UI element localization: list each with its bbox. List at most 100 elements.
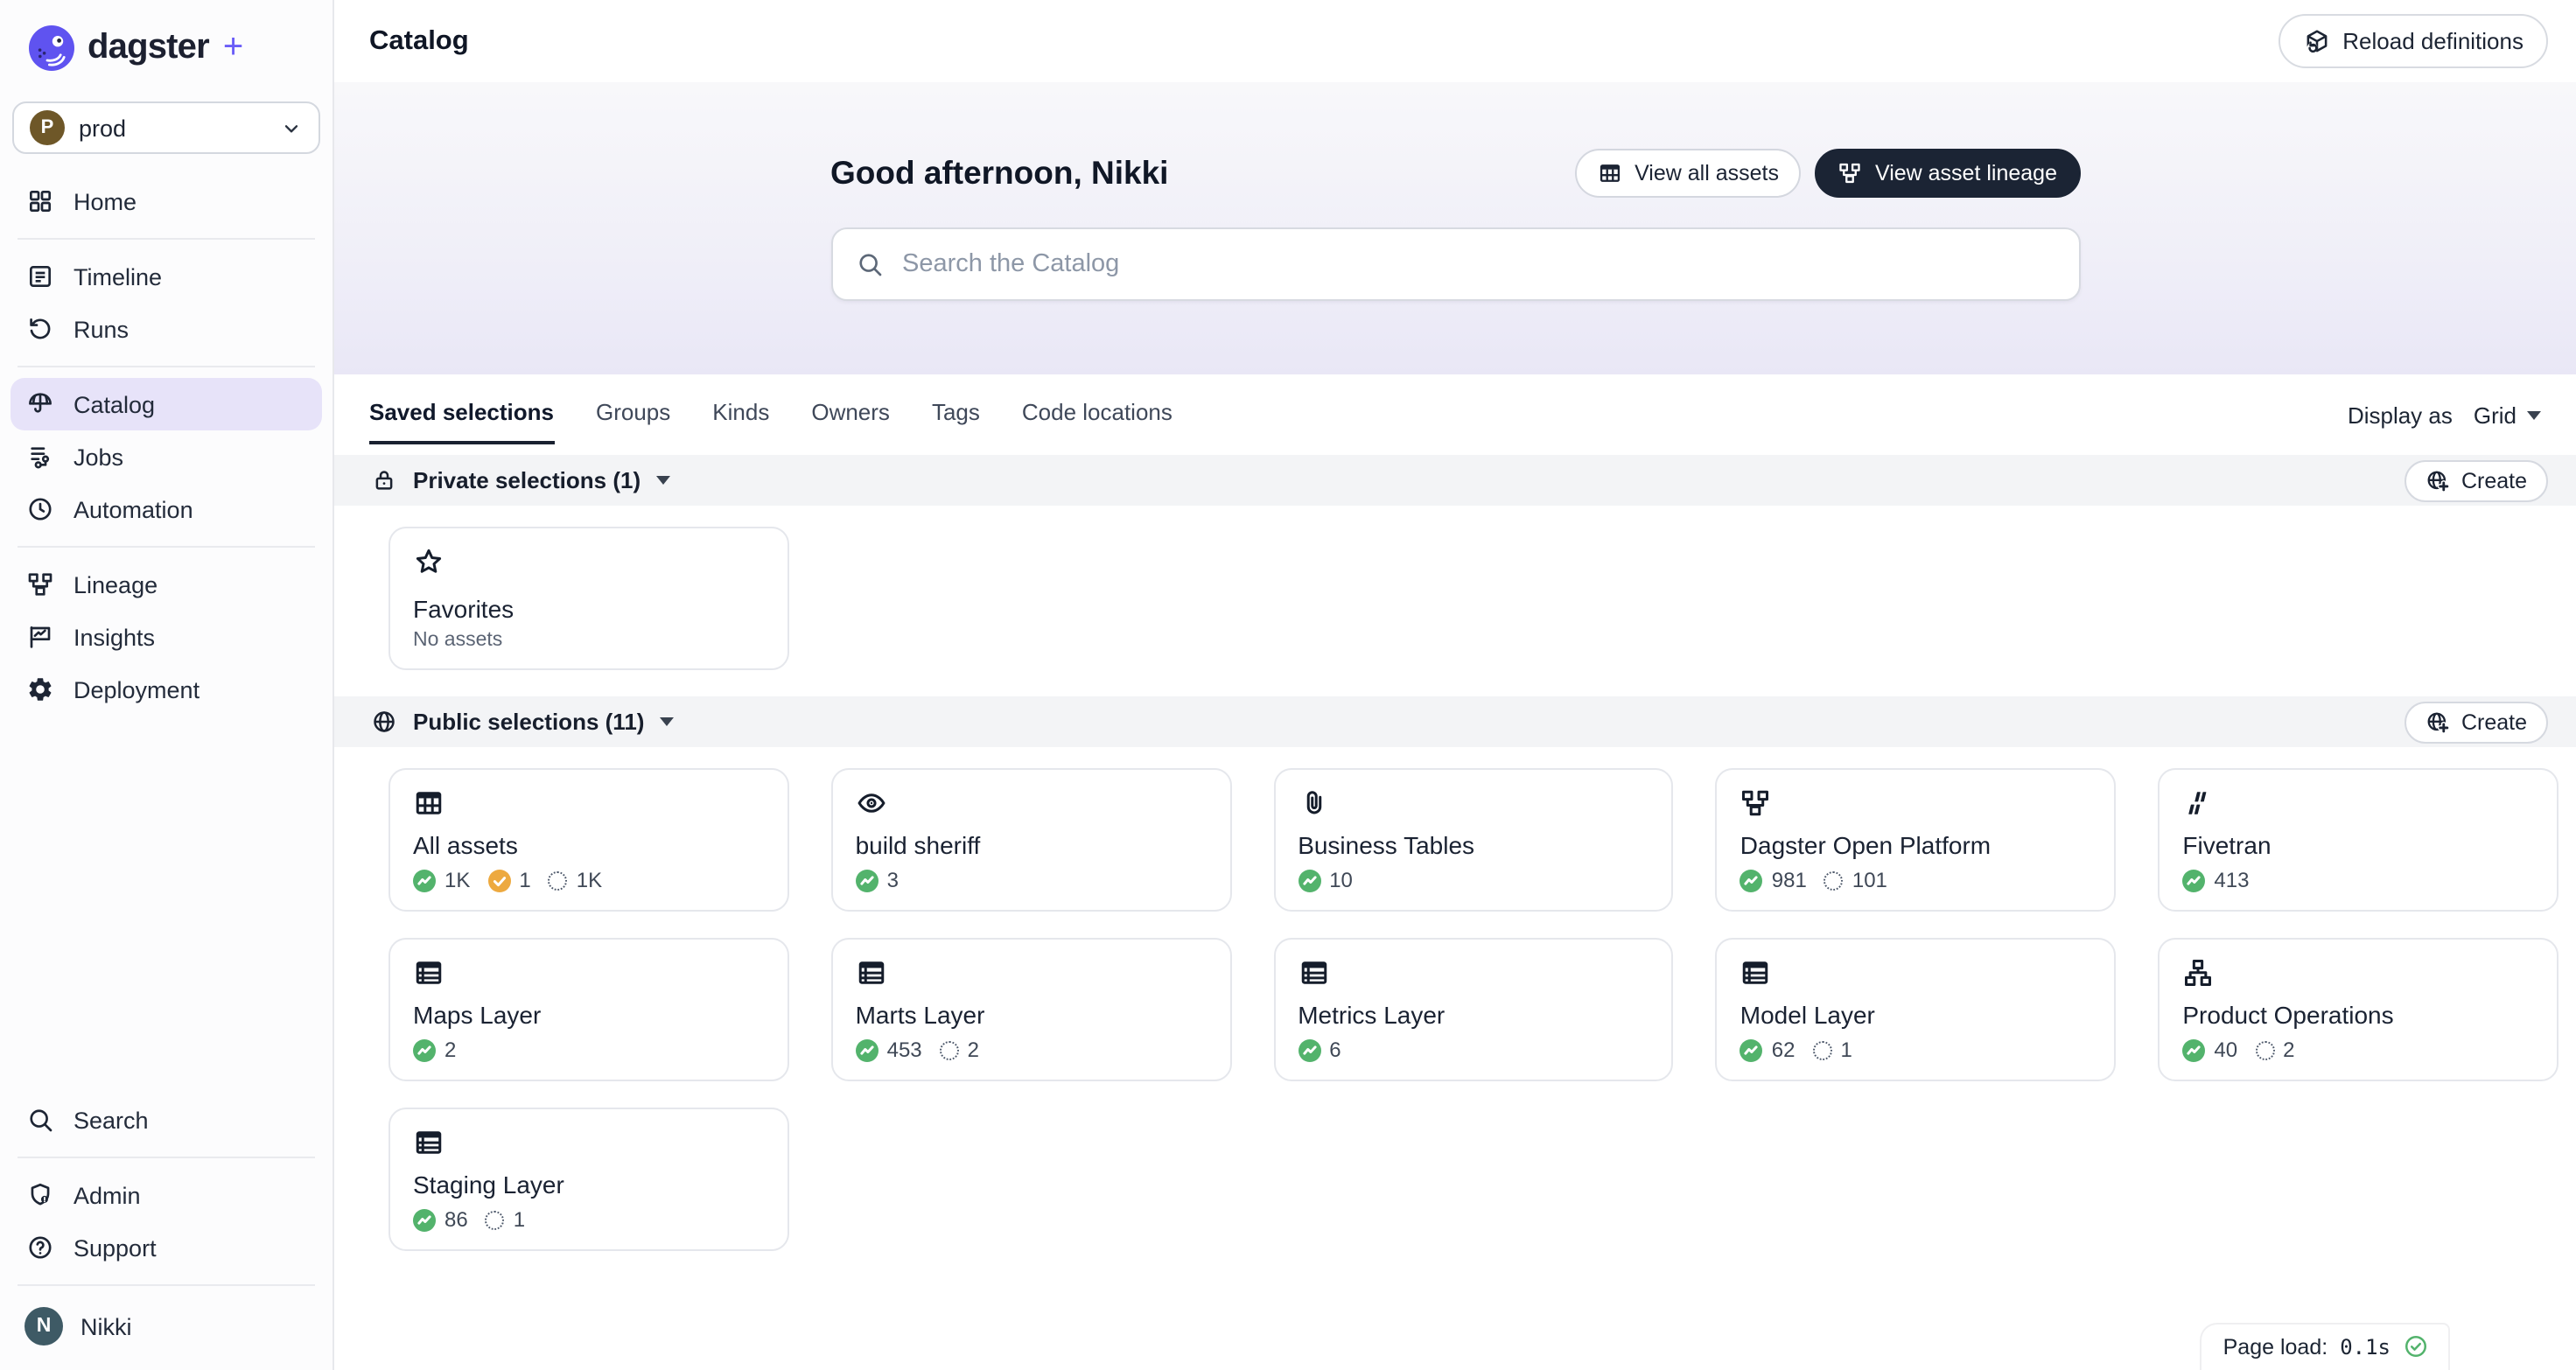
table-rows-icon (413, 1127, 444, 1158)
selection-card-fivetran[interactable]: Fivetran 413 (2158, 768, 2558, 912)
selection-card-product-operations[interactable]: Product Operations 402 (2158, 938, 2558, 1081)
divider (18, 1157, 315, 1158)
sidebar-item-label: Insights (74, 624, 155, 650)
selection-card-staging-layer[interactable]: Staging Layer 861 (388, 1108, 789, 1251)
card-title: All assets (413, 831, 765, 859)
never-materialized-status-icon (1824, 870, 1844, 890)
table-grid-icon (1598, 161, 1622, 185)
brand-logo[interactable]: dagster + (0, 0, 332, 72)
grid-icon (26, 187, 54, 215)
sidebar-item-search[interactable]: Search (10, 1094, 322, 1146)
asset-status-counts: 402 (2182, 1038, 2534, 1062)
display-mode-value: Grid (2474, 402, 2516, 429)
create-public-selection-button[interactable]: Create (2405, 701, 2548, 743)
sidebar-item-admin[interactable]: Admin (10, 1169, 322, 1221)
sidebar-footer-nav: Search Admin Support N Nikki (0, 1094, 332, 1370)
sidebar-nav: Home Timeline Runs Catalog Jobs (0, 154, 332, 716)
materialized-status-icon (1298, 869, 1320, 891)
public-selections-title: Public selections (11) (413, 709, 644, 735)
deployment-name: prod (79, 115, 266, 141)
sidebar-item-label: Search (74, 1107, 149, 1133)
tab-saved-selections[interactable]: Saved selections (369, 399, 554, 444)
divider (18, 238, 315, 240)
sidebar-item-home[interactable]: Home (10, 175, 322, 227)
page-header: Catalog Reload definitions (334, 0, 2576, 82)
asset-count-materialized: 2 (413, 1038, 456, 1062)
asset-count-materialized: 6 (1298, 1038, 1340, 1062)
catalog-search-input[interactable] (899, 248, 2055, 280)
tab-tags[interactable]: Tags (932, 399, 980, 444)
sidebar-item-label: Admin (74, 1182, 141, 1208)
selection-card-metrics-layer[interactable]: Metrics Layer 6 (1273, 938, 1674, 1081)
sidebar-item-label: Deployment (74, 676, 200, 702)
lineage-graph-icon (26, 570, 54, 598)
asset-status-counts: 6 (1298, 1038, 1649, 1062)
view-asset-lineage-button[interactable]: View asset lineage (1816, 149, 2080, 198)
selection-card-maps-layer[interactable]: Maps Layer 2 (388, 938, 789, 1081)
asset-count-materialized: 981 (1740, 868, 1807, 892)
card-title: Fivetran (2182, 831, 2534, 859)
materialized-status-icon (2182, 869, 2205, 891)
sidebar-item-automation[interactable]: Automation (10, 483, 322, 535)
brand-plus-badge: + (223, 28, 243, 68)
divider (18, 366, 315, 367)
sidebar-item-lineage[interactable]: Lineage (10, 558, 322, 611)
tab-kinds[interactable]: Kinds (712, 399, 769, 444)
table-rows-icon (413, 957, 444, 989)
check-circle-icon (2403, 1333, 2429, 1360)
asset-count-materialized: 453 (856, 1038, 922, 1062)
display-mode-dropdown[interactable]: Grid (2474, 402, 2541, 429)
runs-loop-icon (26, 315, 54, 343)
sidebar-item-jobs[interactable]: Jobs (10, 430, 322, 483)
sidebar-item-support[interactable]: Support (10, 1221, 322, 1274)
public-selections-grid: All assets 1K11K build sheriff 3 Busines… (334, 747, 2576, 1251)
selection-card-business-tables[interactable]: Business Tables 10 (1273, 768, 1674, 912)
catalog-dome-icon (26, 390, 54, 418)
sidebar-item-deployment[interactable]: Deployment (10, 663, 322, 716)
tab-owners[interactable]: Owners (811, 399, 890, 444)
never-materialized-status-icon (2255, 1040, 2274, 1059)
never-materialized-status-icon (486, 1210, 505, 1229)
hero-actions: View all assets View asset lineage (1575, 149, 2080, 198)
tab-groups[interactable]: Groups (596, 399, 670, 444)
globe-plus-icon (2426, 709, 2451, 734)
sidebar-item-timeline[interactable]: Timeline (10, 250, 322, 303)
sidebar-item-label: Automation (74, 496, 193, 522)
reload-definitions-button[interactable]: Reload definitions (2278, 14, 2548, 68)
selection-card-favorites[interactable]: Favorites No assets (388, 527, 789, 670)
sidebar-item-catalog[interactable]: Catalog (10, 378, 322, 430)
create-private-selection-button[interactable]: Create (2405, 459, 2548, 501)
selection-card-marts-layer[interactable]: Marts Layer 4532 (831, 938, 1232, 1081)
selection-card-model-layer[interactable]: Model Layer 621 (1716, 938, 2117, 1081)
selection-card-dagster-open-platform[interactable]: Dagster Open Platform 981101 (1716, 768, 2117, 912)
fivetran-icon (2182, 787, 2214, 819)
selection-card-build-sheriff[interactable]: build sheriff 3 (831, 768, 1232, 912)
card-title: Maps Layer (413, 1001, 765, 1029)
user-avatar: N (24, 1307, 63, 1346)
private-selections-toggle[interactable]: Private selections (1) (371, 467, 670, 493)
materialized-status-icon (856, 869, 878, 891)
lineage-graph-icon (1838, 161, 1863, 185)
table-rows-icon (1740, 957, 1772, 989)
asset-count-materialized: 3 (856, 868, 899, 892)
materialized-status-icon (1740, 869, 1763, 891)
card-title: Product Operations (2182, 1001, 2534, 1029)
brand-wordmark: dagster (88, 28, 209, 68)
view-all-assets-button[interactable]: View all assets (1575, 149, 1802, 198)
public-selections-toggle[interactable]: Public selections (11) (371, 709, 674, 735)
deployment-switcher[interactable]: P prod (12, 101, 320, 154)
divider (18, 1284, 315, 1286)
sidebar-item-insights[interactable]: Insights (10, 611, 322, 663)
main-content: Catalog Reload definitions Good afternoo… (334, 0, 2576, 1370)
never-materialized-status-icon (549, 870, 568, 890)
sidebar-item-label: Lineage (74, 571, 158, 598)
materialized-status-icon (856, 1038, 878, 1061)
selection-card-all-assets[interactable]: All assets 1K11K (388, 768, 789, 912)
cube-reload-icon (2302, 27, 2330, 55)
user-menu[interactable]: N Nikki (10, 1297, 322, 1356)
sidebar-item-label: Support (74, 1234, 157, 1261)
sidebar-item-runs[interactable]: Runs (10, 303, 322, 355)
tab-code-locations[interactable]: Code locations (1022, 399, 1172, 444)
sidebar-item-label: Catalog (74, 391, 155, 417)
private-selections-grid: Favorites No assets (334, 506, 2576, 670)
